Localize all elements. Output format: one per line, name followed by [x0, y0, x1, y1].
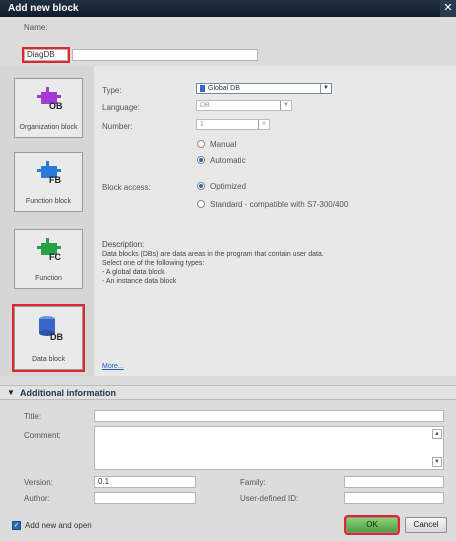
organization-block-button[interactable]: OB Organization block: [14, 78, 83, 138]
family-label: Family:: [240, 478, 266, 487]
function-icon: FC: [37, 238, 61, 262]
block-access-label: Block access:: [102, 183, 151, 192]
language-label: Language:: [102, 103, 140, 112]
version-field[interactable]: 0.1: [94, 476, 196, 488]
optimized-radio[interactable]: [197, 182, 205, 190]
data-block-label: Data block: [31, 356, 66, 363]
ok-button[interactable]: OK: [344, 515, 400, 535]
data-block-button[interactable]: DB Data block: [12, 304, 85, 372]
svg-text:FC: FC: [49, 252, 61, 262]
author-label: Author:: [24, 494, 50, 503]
function-button[interactable]: FC Function: [14, 229, 83, 289]
add-new-block-dialog: Add new block ✕ Name: DiagDB OB Organiza…: [0, 0, 456, 541]
cancel-button[interactable]: Cancel: [405, 517, 447, 533]
title-label: Title:: [24, 412, 42, 421]
description-line: - A global data block: [102, 269, 165, 276]
title-bar: Add new block ✕: [0, 0, 456, 17]
number-stepper-icon[interactable]: ±: [258, 120, 269, 129]
family-field[interactable]: [344, 476, 444, 488]
description-line: Select one of the following types:: [102, 260, 205, 267]
function-block-button[interactable]: FB Function block: [14, 152, 83, 212]
number-field[interactable]: 1 ±: [196, 119, 270, 130]
name-field-extension[interactable]: [72, 49, 258, 61]
more-link[interactable]: More...: [102, 363, 124, 370]
description-heading: Description:: [102, 240, 145, 249]
number-label: Number:: [102, 122, 133, 131]
chevron-down-icon[interactable]: ▼: [320, 84, 331, 93]
language-value: DB: [200, 102, 210, 109]
manual-label: Manual: [210, 140, 237, 149]
description-line: Data blocks (DBs) are data areas in the …: [102, 251, 324, 258]
function-block-label: Function block: [25, 198, 72, 205]
svg-text:OB: OB: [49, 101, 63, 111]
description-line: - An instance data block: [102, 278, 177, 285]
author-field[interactable]: [94, 492, 196, 504]
organization-block-label: Organization block: [19, 124, 78, 131]
user-defined-id-field[interactable]: [344, 492, 444, 504]
function-block-icon: FB: [37, 161, 61, 185]
type-value: Global DB: [208, 85, 240, 92]
user-defined-id-label: User-defined ID:: [240, 494, 299, 503]
chevron-down-icon[interactable]: ▼: [280, 101, 291, 110]
standard-label: Standard - compatible with S7-300/400: [210, 200, 349, 209]
svg-text:DB: DB: [50, 332, 63, 341]
collapse-triangle-icon[interactable]: ▼: [7, 388, 15, 397]
comment-field[interactable]: ▲ ▼: [94, 426, 444, 470]
type-select[interactable]: Global DB ▼: [196, 83, 332, 94]
name-field[interactable]: DiagDB: [22, 47, 70, 63]
automatic-label: Automatic: [210, 156, 246, 165]
additional-info-header[interactable]: ▼ Additional information: [0, 385, 456, 400]
optimized-label: Optimized: [210, 182, 247, 191]
version-label: Version:: [24, 478, 53, 487]
dialog-title: Add new block: [8, 3, 79, 14]
standard-radio[interactable]: [197, 200, 205, 208]
add-new-and-open-label: Add new and open: [25, 521, 92, 530]
comment-label: Comment:: [24, 431, 61, 440]
title-field[interactable]: [94, 410, 444, 422]
scroll-up-icon[interactable]: ▲: [432, 429, 442, 439]
scroll-down-icon[interactable]: ▼: [432, 457, 442, 467]
svg-text:FB: FB: [49, 175, 61, 185]
organization-block-icon: OB: [37, 87, 63, 111]
language-select[interactable]: DB ▼: [196, 100, 292, 111]
type-label: Type:: [102, 86, 122, 95]
manual-radio[interactable]: [197, 140, 205, 148]
additional-info-heading: Additional information: [20, 388, 116, 398]
automatic-radio[interactable]: [197, 156, 205, 164]
block-settings-panel: Type: Global DB ▼ Language: DB ▼ Number:…: [94, 66, 456, 376]
data-block-icon: DB: [39, 316, 63, 341]
function-label: Function: [35, 275, 62, 282]
close-icon[interactable]: ✕: [440, 0, 456, 17]
name-label: Name:: [24, 23, 48, 32]
global-db-icon: [200, 85, 205, 92]
number-value: 1: [200, 121, 204, 128]
block-type-list: OB Organization block FB Function block …: [0, 66, 94, 376]
add-new-and-open-checkbox[interactable]: ✓: [12, 521, 21, 530]
